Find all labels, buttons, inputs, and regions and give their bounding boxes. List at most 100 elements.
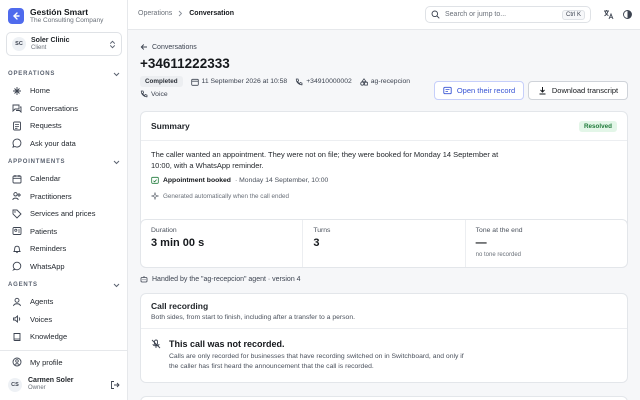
back-to-conversations-link[interactable]: Conversations [140,43,197,51]
requests-icon [13,121,21,131]
sidebar-item-whatsapp[interactable]: WhatsApp [0,258,128,276]
resolved-badge: Resolved [579,120,617,132]
download-label: Download transcript [551,86,619,95]
stat-value: 3 [313,237,320,249]
calendar-icon [190,78,199,86]
search-placeholder: Search or jump to... [445,11,507,18]
search-input[interactable]: Search or jump to... Ctrl K [425,6,591,23]
not-recorded-title: This call was not recorded. [169,339,285,349]
agent-icon [13,297,21,306]
profile-icon [12,357,22,367]
section-heading-operations[interactable]: OPERATIONS [0,69,128,79]
agent-icon [140,276,148,283]
breadcrumb-parent[interactable]: Operations [138,10,172,17]
section-heading-appointments[interactable]: APPOINTMENTS [0,157,128,167]
brand-logo-icon [8,8,24,24]
section-title: APPOINTMENTS [8,159,66,165]
stat-tone: Tone at the end — no tone recorded [466,220,627,267]
chevron-down-icon [113,160,120,164]
stat-label: Tone at the end [475,227,523,234]
sidebar-item-label: Agents [30,297,54,307]
section-heading-agents[interactable]: AGENTS [0,280,128,290]
bell-icon [13,245,21,253]
brand-name: Gestión Smart [30,7,89,17]
sidebar-item-home[interactable]: Home [0,82,128,100]
translate-icon[interactable] [603,9,614,20]
summary-title: Summary [151,121,190,131]
topbar: Operations Conversation Search or jump t… [128,0,640,30]
book-icon [13,332,21,341]
meta-phone-text: +34910000002 [306,78,352,85]
client-role: Client [31,44,47,51]
nav-section-agents: AGENTS Agents Voices Knowledge [0,280,128,346]
appointment-detail: · Monday 14 September, 10:00 [234,176,329,184]
my-profile-label: My profile [30,357,63,367]
ask-icon [12,138,22,149]
meta-date: 11 September 2026 at 10:58 [190,78,287,86]
section-title: OPERATIONS [8,71,56,77]
sidebar-item-ask-your-data[interactable]: Ask your data [0,135,128,153]
brand[interactable]: Gestión Smart The Consulting Company [8,7,103,25]
theme-toggle-icon[interactable] [622,9,633,20]
handled-by-text: Handled by the "ag-recepcion" agent · ve… [152,275,301,283]
not-recorded-text: Calls are only recorded for businesses t… [169,353,464,370]
sidebar-item-label: Ask your data [30,138,76,148]
sidebar-item-practitioners[interactable]: Practitioners [0,188,128,206]
phone-icon [140,90,148,98]
back-link-label: Conversations [152,43,197,51]
my-profile-link[interactable]: My profile [12,357,63,367]
chevron-right-icon [178,10,183,17]
recording-title: Call recording [151,301,209,311]
current-user: CS Carmen Soler Owner [8,377,120,392]
appointment-booked-row: Appointment booked · Monday 14 September… [151,176,328,184]
sidebar-item-patients[interactable]: Patients [0,223,128,241]
download-transcript-button[interactable]: Download transcript [528,81,628,100]
meta-channel-text: Voice [151,90,168,98]
conversation-meta: Completed 11 September 2026 at 10:58 +34… [140,76,410,87]
sidebar-item-label: Practitioners [30,191,72,201]
practitioners-icon [12,192,21,201]
sidebar-item-services-and-prices[interactable]: Services and prices [0,205,128,223]
auto-generated-note: Generated automatically when the call en… [151,192,289,200]
nav-section-appointments: APPOINTMENTS Calendar Practitioners Serv… [0,157,128,275]
sidebar-item-label: WhatsApp [30,261,65,271]
section-title: AGENTS [8,282,38,288]
patients-icon [12,227,22,236]
sidebar-item-conversations[interactable]: Conversations [0,100,128,118]
open-record-label: Open their record [456,86,516,95]
search-icon [431,10,440,19]
sidebar-item-label: Calendar [30,174,61,184]
sidebar-item-calendar[interactable]: Calendar [0,170,128,188]
sidebar-item-voices[interactable]: Voices [0,311,128,329]
breadcrumb: Operations Conversation [138,10,234,17]
calendar-icon [12,174,22,184]
client-name: Soler Clinic [31,36,70,44]
page-title: +34611222333 [140,56,230,71]
calendar-check-icon [151,176,159,184]
stat-note: no tone recorded [475,252,522,258]
sparkle-icon [151,192,159,200]
logout-icon[interactable] [110,380,120,390]
open-record-button[interactable]: Open their record [434,81,524,100]
avatar: CS [8,377,22,392]
meta-agent-text: ag-recepcion [370,78,411,85]
sidebar-item-label: Voices [30,314,53,324]
sidebar-item-knowledge[interactable]: Knowledge [0,328,128,346]
chevron-down-icon [113,283,120,287]
sidebar-item-requests[interactable]: Requests [0,117,128,135]
client-selector[interactable]: SC Soler Clinic Client [6,32,122,56]
handled-by-row: Handled by the "ag-recepcion" agent · ve… [140,275,301,283]
sidebar-item-label: Requests [30,121,62,131]
home-icon [13,86,21,95]
meta-phone: +34910000002 [295,78,352,86]
stat-duration: Duration 3 min 00 s [141,220,304,267]
mic-off-icon [151,339,161,349]
meta-agent: ag-recepcion [360,77,411,86]
sidebar-item-reminders[interactable]: Reminders [0,240,128,258]
client-avatar: SC [12,37,26,51]
sidebar: Gestión Smart The Consulting Company SC … [0,0,128,400]
summary-header: Summary Resolved [141,112,627,141]
chevron-updown-icon [110,40,115,48]
whatsapp-icon [12,262,22,272]
sidebar-item-agents[interactable]: Agents [0,293,128,311]
